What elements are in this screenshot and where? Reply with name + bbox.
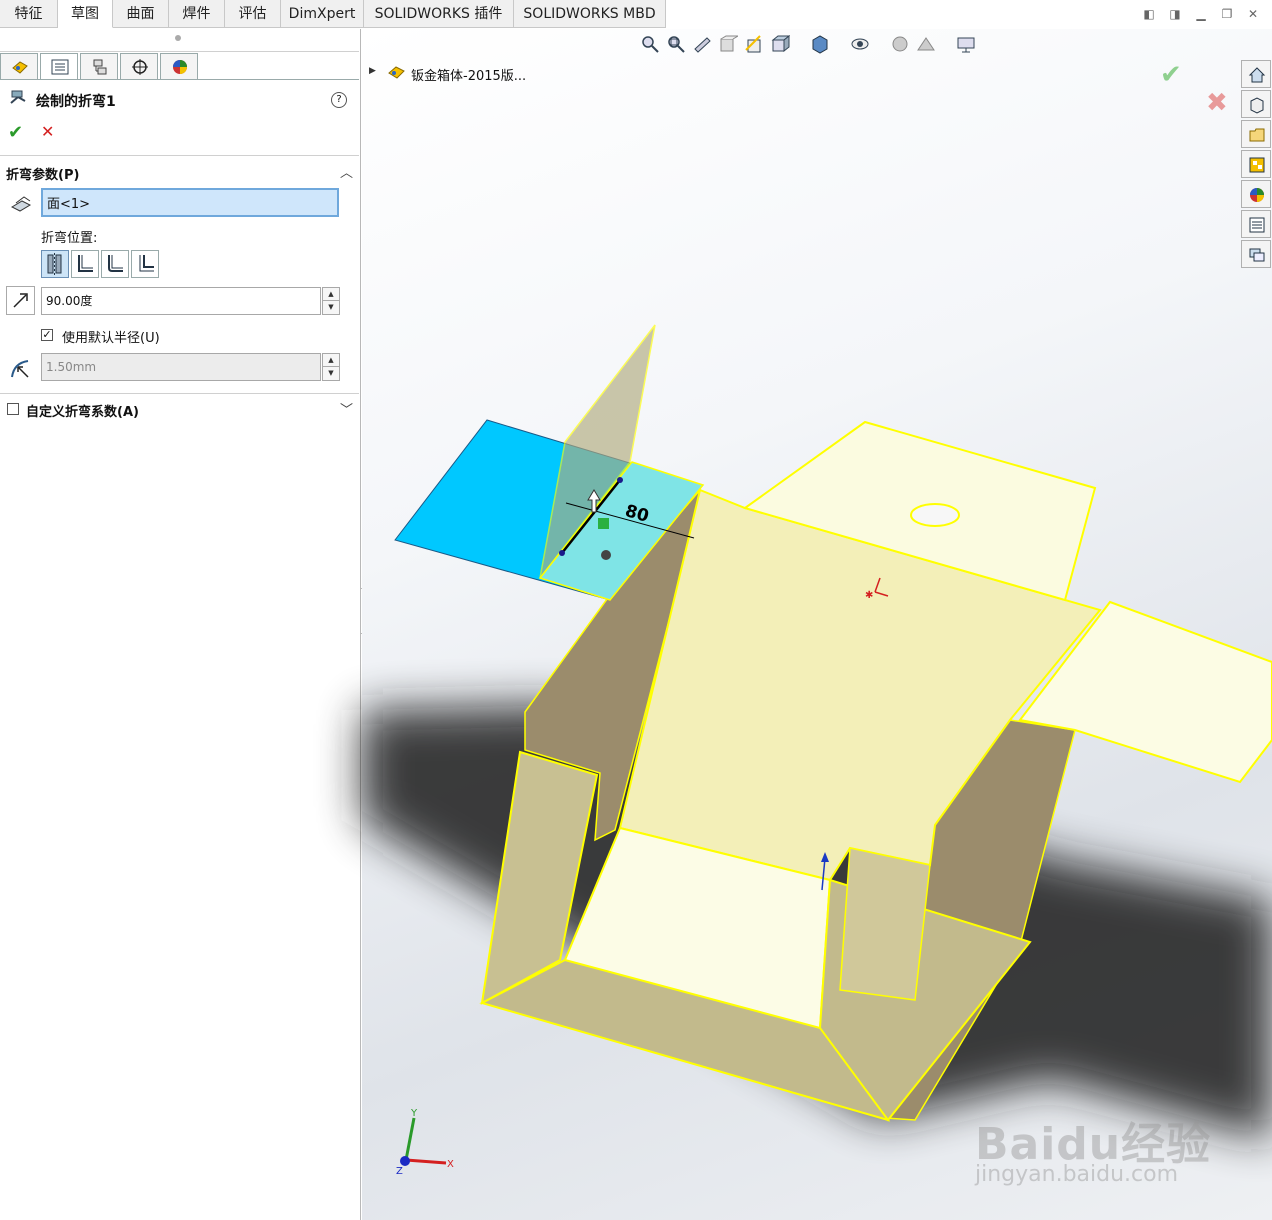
zoom-to-area-icon[interactable] (666, 34, 686, 54)
task-pane-appearances[interactable] (1241, 180, 1271, 208)
appearances-icon (1250, 188, 1264, 202)
zoom-to-fit-icon[interactable] (640, 34, 660, 54)
display-style-icon[interactable] (810, 34, 830, 54)
axis-x-label: X (447, 1159, 454, 1170)
task-pane-design-library[interactable] (1241, 90, 1271, 118)
part-icon (388, 66, 405, 79)
custom-properties-icon (1249, 217, 1265, 233)
task-pane-view-palette[interactable] (1241, 150, 1271, 178)
confirm-ok-icon[interactable]: ✔ (1160, 60, 1182, 90)
axis-triad (400, 1117, 447, 1166)
section-view-icon[interactable] (718, 34, 740, 54)
sketch-relation-icon (598, 518, 609, 529)
model-drawing: 80 ✱ X Y Z (362, 324, 1272, 1177)
forum-icon (1249, 248, 1265, 262)
task-pane-forum[interactable] (1241, 240, 1271, 268)
task-pane-custom-properties[interactable] (1241, 210, 1271, 238)
edit-appearance-icon[interactable] (890, 34, 910, 54)
apply-scene-icon[interactable] (916, 34, 936, 54)
axis-y-label: Y (410, 1108, 418, 1119)
tree-expand-icon[interactable]: ▶ (369, 66, 376, 76)
tree-root-label[interactable]: 钣金箱体-2015版... (411, 65, 526, 84)
view-orientation-icon[interactable] (770, 34, 791, 54)
flap-hole (910, 503, 960, 527)
watermark-url: jingyan.baidu.com (975, 1162, 1179, 1187)
folder-icon (1249, 128, 1265, 142)
hide-show-items-icon[interactable] (850, 34, 870, 54)
view-settings-icon[interactable] (956, 34, 976, 54)
home-icon (1248, 67, 1266, 83)
sketch-point-icon (601, 550, 611, 560)
design-library-icon (1250, 97, 1264, 114)
task-pane-file-explorer[interactable] (1241, 120, 1271, 148)
previous-view-icon[interactable] (692, 34, 712, 54)
front-right-inner (839, 847, 931, 1001)
dynamic-annotation-icon[interactable] (744, 34, 764, 54)
view-palette-icon (1249, 157, 1265, 173)
confirm-cancel-icon[interactable]: ✖ (1206, 88, 1228, 118)
axis-z-label: Z (396, 1166, 403, 1177)
svg-text:✱: ✱ (865, 590, 873, 601)
task-pane-home[interactable] (1241, 60, 1271, 88)
task-pane-tabs (1241, 60, 1272, 270)
